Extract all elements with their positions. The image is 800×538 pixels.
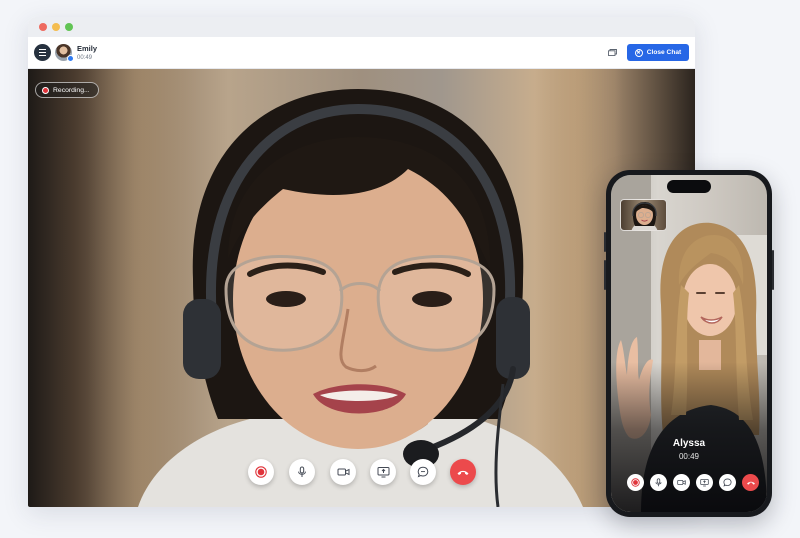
close-circle-icon [634, 48, 643, 57]
microphone-button[interactable] [289, 459, 315, 485]
caller-name: Emily [77, 44, 98, 53]
phone-side-button [604, 260, 606, 290]
self-view-thumbnail[interactable] [620, 199, 667, 231]
call-controls [246, 459, 476, 487]
chat-icon [417, 466, 429, 478]
record-icon [631, 478, 640, 487]
call-timer: 00:49 [77, 54, 93, 61]
remote-caller-name: Alyssa [672, 438, 706, 449]
record-icon [255, 466, 267, 478]
phone-side-button [604, 232, 606, 252]
window-titlebar [28, 17, 695, 37]
chat-icon [723, 478, 732, 487]
end-call-button[interactable] [450, 459, 476, 485]
screen-share-icon [700, 479, 709, 487]
camera-icon [337, 468, 349, 476]
end-call-icon [746, 481, 755, 485]
avatar [55, 44, 74, 62]
menu-button[interactable] [34, 44, 51, 61]
microphone-icon [655, 478, 662, 487]
phone-chat-button[interactable] [719, 474, 736, 491]
phone-screen: Alyssa 00:49 [611, 175, 767, 512]
minimize-window-dot[interactable] [52, 23, 60, 31]
desktop-call-window: Emily 00:49 Close Chat Recording... [28, 17, 695, 507]
phone-end-call-button[interactable] [742, 474, 759, 491]
camera-button[interactable] [330, 459, 356, 485]
chat-button[interactable] [410, 459, 436, 485]
close-window-dot[interactable] [39, 23, 47, 31]
screen-share-icon [377, 467, 389, 478]
call-header: Emily 00:49 Close Chat [28, 37, 695, 69]
microphone-icon [298, 466, 306, 477]
maximize-window-dot[interactable] [65, 23, 73, 31]
recording-label: Recording... [53, 86, 90, 94]
mobile-phone: Alyssa 00:49 [604, 170, 774, 517]
camera-icon [677, 480, 686, 485]
phone-screen-share-button[interactable] [696, 474, 713, 491]
status-badge [67, 55, 74, 62]
recording-indicator: Recording... [35, 82, 99, 98]
menu-icon-bar [39, 54, 46, 56]
menu-icon-bar [39, 51, 46, 54]
popout-window-icon[interactable] [608, 49, 617, 56]
record-dot-icon [42, 86, 49, 94]
phone-record-button[interactable] [627, 474, 644, 491]
phone-side-button [772, 250, 774, 290]
caller-video-image [138, 89, 583, 507]
end-call-icon [457, 470, 469, 475]
dynamic-island [667, 180, 711, 193]
phone-call-timer: 00:49 [678, 452, 700, 461]
close-chat-button[interactable]: Close Chat [627, 44, 689, 61]
screen-share-button[interactable] [370, 459, 396, 485]
close-chat-label: Close Chat [646, 49, 682, 56]
self-view-image [631, 202, 658, 230]
main-video-feed: Recording... [28, 69, 695, 507]
record-button[interactable] [248, 459, 274, 485]
phone-camera-button[interactable] [673, 474, 690, 491]
phone-microphone-button[interactable] [650, 474, 667, 491]
menu-icon-bar [39, 49, 46, 51]
